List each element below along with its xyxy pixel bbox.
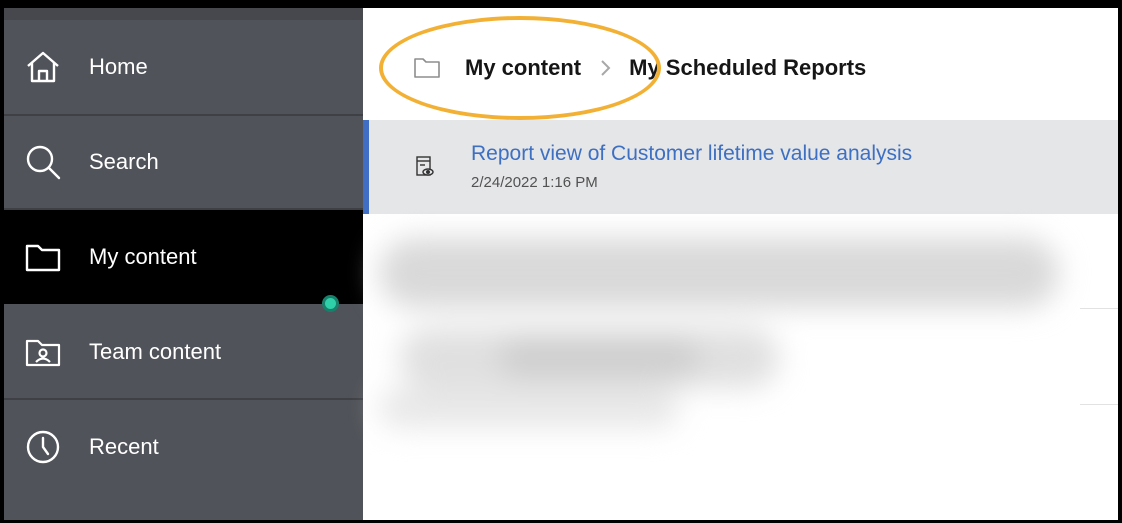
home-icon [21,45,65,89]
sidebar-item-label: Home [89,54,148,79]
divider [1080,404,1118,405]
report-title-link[interactable]: Report view of Customer lifetime value a… [471,140,912,168]
report-view-icon [416,156,434,176]
sidebar: Home Search My content Team content Rece… [4,8,363,520]
report-timestamp: 2/24/2022 1:16 PM [471,174,598,191]
sidebar-item-label: Search [89,149,159,174]
divider [1080,308,1118,309]
sidebar-item-search[interactable]: Search [4,116,363,210]
breadcrumb-item-current: My Scheduled Reports [629,55,867,80]
breadcrumb-item-my-content[interactable]: My content [465,55,581,81]
sidebar-item-home[interactable]: Home [4,20,363,116]
main-content: My content My Scheduled Reports Report v… [363,8,1118,520]
list-item[interactable]: Report view of Customer lifetime value a… [363,120,1118,214]
sidebar-item-label: My content [89,244,197,269]
breadcrumb: My content My Scheduled Reports [363,20,1118,116]
list-item-text: Report view of Customer lifetime value a… [471,140,912,194]
folder-icon [413,54,443,82]
blurred-content [379,228,1079,438]
sidebar-top-strip [4,8,363,20]
folder-icon [21,235,65,279]
team-folder-icon [21,330,65,374]
sidebar-item-team-content[interactable]: Team content [4,306,363,400]
sidebar-item-label: Recent [89,434,159,459]
status-indicator-dot [322,295,339,312]
app-window: Home Search My content Team content Rece… [0,0,1122,523]
clock-icon [21,425,65,469]
sidebar-item-recent[interactable]: Recent [4,400,363,494]
sidebar-item-my-content[interactable]: My content [4,210,363,304]
sidebar-item-label: Team content [89,339,222,364]
search-icon [21,140,65,184]
chevron-right-icon [597,56,615,80]
